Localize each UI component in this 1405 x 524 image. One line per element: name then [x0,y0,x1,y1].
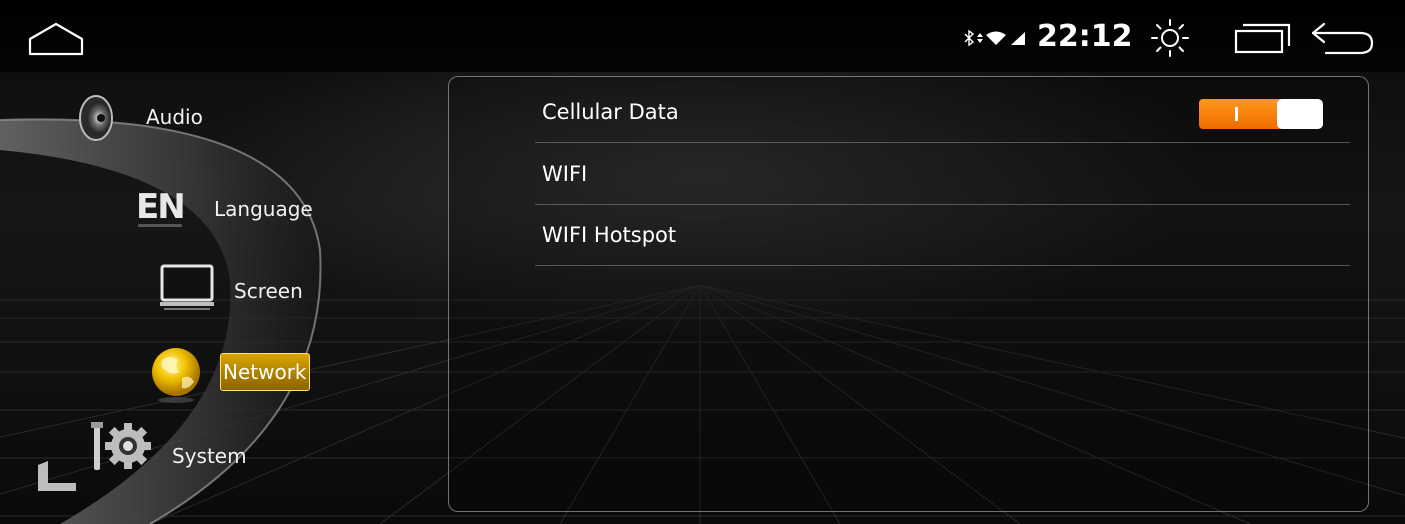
wifi-hotspot-row[interactable]: WIFI Hotspot [535,204,1350,266]
back-icon[interactable] [1310,21,1376,55]
wifi-row[interactable]: WIFI [535,143,1350,205]
bluetooth-icon [964,29,975,47]
toggle-knob [1277,99,1323,129]
menu-item-label: Screen [234,279,303,303]
menu-item-system[interactable]: System [88,420,328,476]
svg-text:EN: EN [136,187,184,227]
status-icons [964,29,1025,47]
network-settings-panel: Cellular Data WIFI WIFI Hotspot [448,76,1369,512]
settings-screen: 22:12 Audio EN Language Screen Network S… [0,0,1405,524]
signal-icon [1011,32,1025,45]
globe-icon [152,348,200,403]
brightness-icon[interactable] [1150,18,1190,58]
wifi-icon [986,31,1006,45]
speaker-icon [79,95,113,141]
menu-item-network[interactable]: Network [146,344,386,403]
home-icon[interactable] [28,22,84,56]
monitor-icon [160,264,214,310]
menu-item-language[interactable]: EN Language [132,182,392,238]
recent-apps-icon[interactable] [1233,22,1293,54]
menu-item-label: Network [220,353,310,391]
menu-item-audio[interactable]: Audio [72,90,312,146]
toggle-on-indicator [1235,107,1238,121]
cellular-data-row[interactable]: Cellular Data [535,81,1350,143]
status-bar: 22:12 [0,0,1405,72]
setting-label: Cellular Data [542,100,679,124]
system-gear-icon [91,422,151,470]
menu-item-label: Audio [146,105,203,129]
data-activity-icon [977,33,983,43]
menu-item-label: Language [214,197,313,221]
cellular-data-toggle[interactable] [1199,99,1323,129]
language-en-icon: EN [136,187,186,227]
corner-chevron-icon [38,461,76,491]
setting-label: WIFI Hotspot [542,223,677,247]
clock: 22:12 [1037,19,1133,54]
menu-item-screen[interactable]: Screen [158,262,398,318]
toggle-on-track [1199,99,1281,129]
menu-item-label: System [172,444,247,468]
setting-label: WIFI [542,162,588,186]
